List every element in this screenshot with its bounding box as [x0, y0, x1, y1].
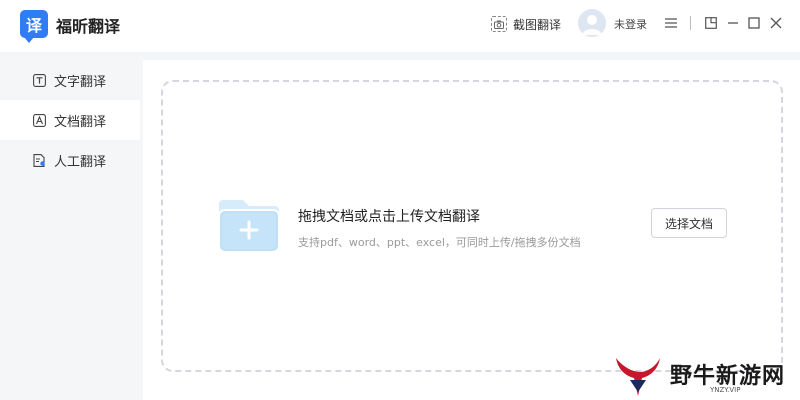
- bull-logo-icon: [616, 358, 660, 396]
- title-bar: 译 福昕翻译 截图翻译 未登录: [0, 0, 800, 52]
- divider: [690, 16, 691, 30]
- doc-translate-icon: [32, 113, 46, 127]
- dropzone-subtitle: 支持pdf、word、ppt、excel，可同时上传/拖拽多份文档: [298, 236, 581, 249]
- human-translate-icon: [32, 153, 46, 167]
- camera-icon: [491, 16, 507, 32]
- mini-mode-icon[interactable]: [702, 14, 720, 32]
- sidebar-item-label: 人工翻译: [54, 154, 107, 170]
- sidebar: 文字翻译 文档翻译 人工翻译: [0, 60, 140, 400]
- main-panel: 拖拽文档或点击上传文档翻译 支持pdf、word、ppt、excel，可同时上传…: [143, 60, 800, 400]
- app-name: 福昕翻译: [56, 17, 121, 36]
- maximize-icon[interactable]: [745, 14, 763, 32]
- screenshot-translate-label: 截图翻译: [513, 17, 562, 32]
- user-avatar-icon: [578, 9, 606, 37]
- minimize-icon[interactable]: [724, 14, 742, 32]
- app-logo-icon: 译: [20, 10, 48, 43]
- logo-char: 译: [25, 16, 42, 35]
- sidebar-item-human-translate[interactable]: 人工翻译: [0, 140, 140, 180]
- dropzone-title: 拖拽文档或点击上传文档翻译: [298, 209, 480, 225]
- login-status[interactable]: 未登录: [614, 16, 647, 32]
- close-icon[interactable]: [767, 14, 785, 32]
- sidebar-item-label: 文档翻译: [54, 114, 107, 130]
- text-translate-icon: [32, 73, 46, 87]
- choose-document-button[interactable]: 选择文档: [651, 208, 727, 238]
- watermark-sub: YNZY.VIP: [710, 386, 741, 394]
- avatar[interactable]: [578, 9, 606, 37]
- sidebar-item-label: 文字翻译: [54, 74, 107, 90]
- upload-dropzone[interactable]: 拖拽文档或点击上传文档翻译 支持pdf、word、ppt、excel，可同时上传…: [161, 80, 783, 372]
- add-folder-icon: [217, 194, 281, 254]
- watermark-logo: 野牛新游网 YNZY.VIP: [612, 352, 800, 400]
- screenshot-translate-button[interactable]: 截图翻译: [491, 14, 561, 34]
- sidebar-item-doc-translate[interactable]: 文档翻译: [0, 100, 140, 140]
- sidebar-item-text-translate[interactable]: 文字翻译: [0, 60, 140, 100]
- menu-icon[interactable]: [662, 14, 680, 32]
